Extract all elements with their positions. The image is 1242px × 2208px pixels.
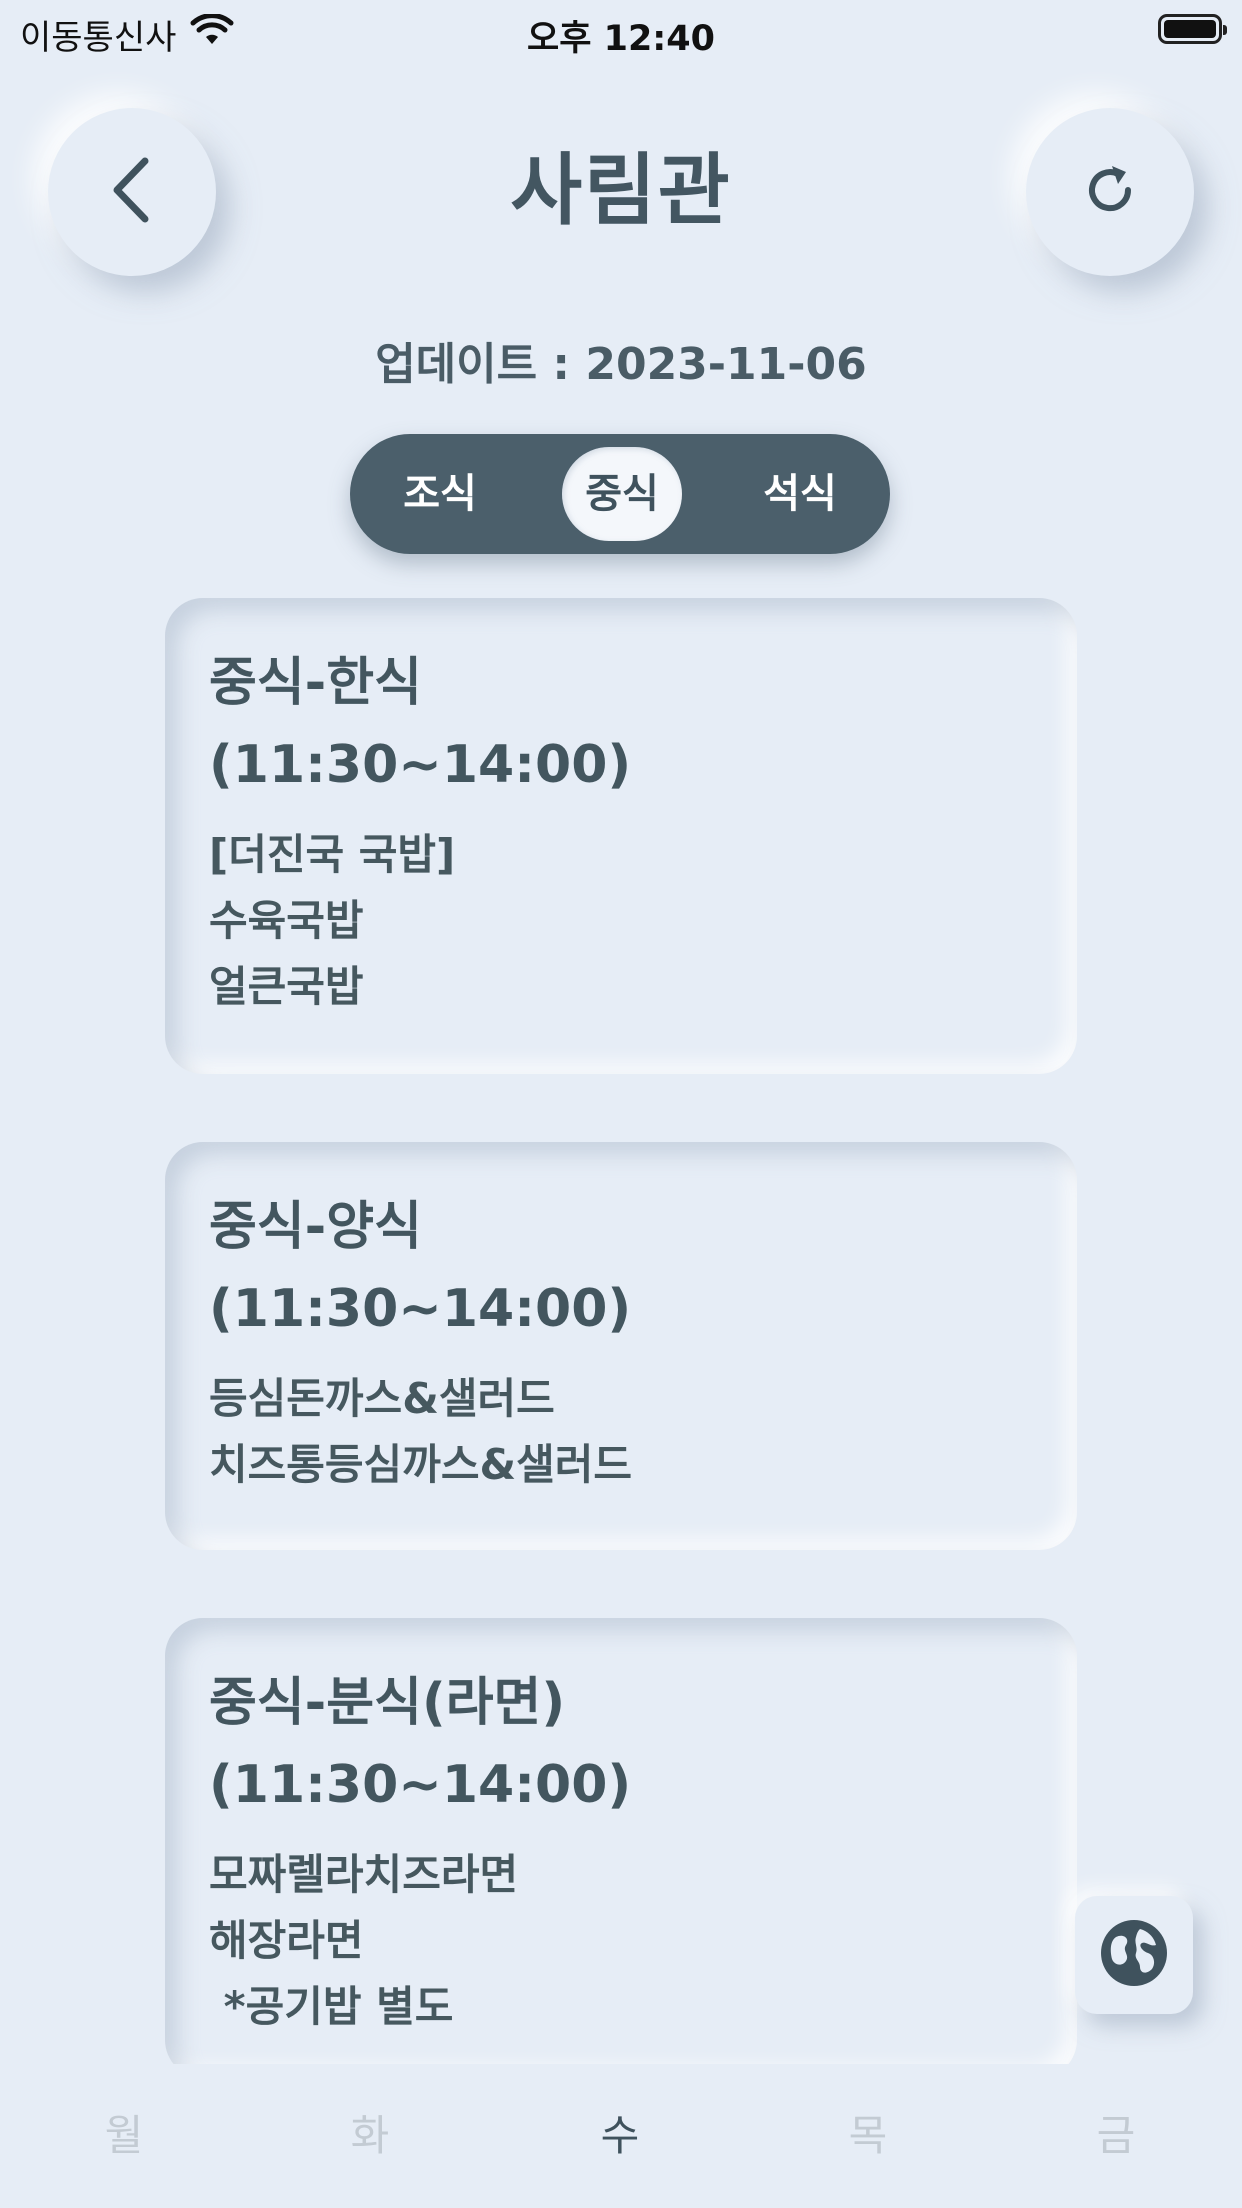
menu-card-title: 중식-분식(라면) (11:30~14:00): [209, 1673, 632, 1815]
menu-card-title: 중식-양식 (11:30~14:00): [209, 1197, 632, 1339]
day-tab-bar: 월 화 수 목 금: [0, 2064, 1242, 2208]
day-tab-fri[interactable]: 금: [1056, 2102, 1176, 2163]
menu-item: *공기밥 별도: [209, 1982, 454, 2031]
menu-item-list: 등심돈까스&샐러드 치즈통등심까스&샐러드: [209, 1366, 1033, 1498]
refresh-icon: [1080, 160, 1140, 224]
refresh-button[interactable]: [1026, 108, 1194, 276]
menu-item: 등심돈까스&샐러드: [209, 1374, 555, 1423]
status-time: 오후 12:40: [527, 19, 715, 59]
tab-dinner[interactable]: 석식: [720, 434, 880, 554]
tab-breakfast[interactable]: 조식: [360, 434, 520, 554]
menu-card-title: 중식-한식 (11:30~14:00): [209, 653, 632, 795]
menu-item-list: [더진국 국밥] 수육국밥 얼큰국밥: [209, 822, 1033, 1020]
menu-item: 모짜렐라치즈라면: [209, 1850, 519, 1899]
tab-lunch[interactable]: 중식: [562, 447, 682, 541]
menu-card-western: 중식-양식 (11:30~14:00) 등심돈까스&샐러드 치즈통등심까스&샐러…: [165, 1142, 1077, 1550]
battery-icon: [1158, 14, 1227, 44]
menu-card-snack: 중식-분식(라면) (11:30~14:00) 모짜렐라치즈라면 해장라면 *공…: [165, 1618, 1077, 2078]
status-bar: 이동통신사 오후 12:40: [0, 0, 1242, 62]
menu-item: 치즈통등심까스&샐러드: [209, 1440, 633, 1489]
menu-item: 해장라면: [209, 1916, 364, 1965]
meal-segment-control: 조식 중식 석식: [350, 434, 890, 554]
globe-icon: [1096, 1915, 1172, 1995]
language-button[interactable]: [1075, 1896, 1193, 2014]
day-tab-thu[interactable]: 목: [808, 2102, 928, 2163]
menu-item: [더진국 국밥]: [209, 830, 456, 879]
menu-item: 얼큰국밥: [209, 962, 364, 1011]
menu-card-korean: 중식-한식 (11:30~14:00) [더진국 국밥] 수육국밥 얼큰국밥: [165, 598, 1077, 1074]
menu-item: 수육국밥: [209, 896, 364, 945]
menu-item-list: 모짜렐라치즈라면 해장라면 *공기밥 별도: [209, 1842, 1033, 2040]
day-tab-tue[interactable]: 화: [310, 2102, 430, 2163]
day-tab-wed[interactable]: 수: [560, 2102, 680, 2163]
update-date: 업데이트 : 2023-11-06: [375, 339, 867, 390]
day-tab-mon[interactable]: 월: [64, 2102, 184, 2163]
